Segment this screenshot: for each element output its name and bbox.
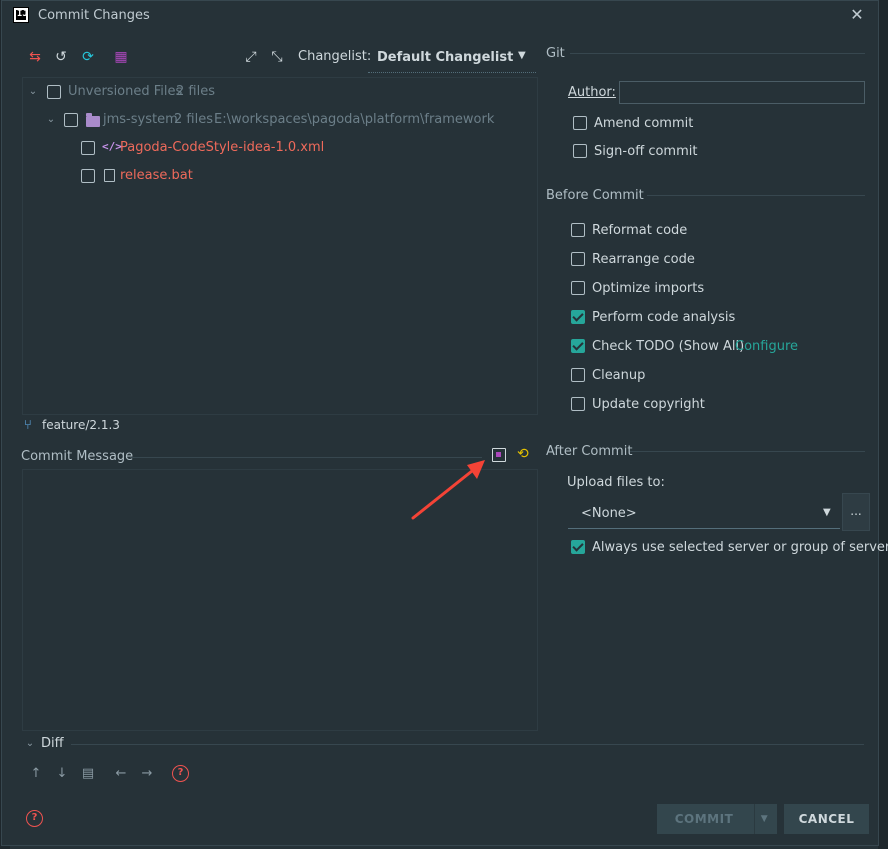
checkbox-file[interactable] [81,141,95,155]
checkbox-file[interactable] [81,169,95,183]
upload-server-dropdown[interactable]: <None> ▼ [568,499,840,529]
show-diff-icon[interactable]: ⇆ [26,48,44,66]
cleanup-label: Cleanup [592,368,646,383]
commit-history-icon[interactable]: ⟲ [517,446,529,462]
chevron-down-icon[interactable]: ⌄ [45,114,57,126]
title-bar: IJ Commit Changes ✕ [2,1,878,31]
check-todo-checkbox[interactable] [571,339,585,353]
commit-dialog: IJ Commit Changes ✕ ⇆ ↺ ⟳ ▦ ⤢ ⤡ Changeli… [1,0,888,846]
changelist-dropdown[interactable]: Default Changelist ▼ [368,43,536,73]
module-path: E:\workspaces\pagoda\platform\framework [214,112,495,127]
module-count: 2 files [174,112,213,127]
edit-source-icon[interactable]: ▤ [80,766,96,782]
file-name: Pagoda-CodeStyle-idea-1.0.xml [120,140,325,155]
divider [570,53,865,54]
commit-button[interactable]: COMMIT ▼ [657,804,777,834]
browse-servers-button[interactable]: ... [842,493,870,531]
changelist-label: Changelist: [298,49,372,64]
module-label: jms-system [103,112,178,127]
previous-file-icon[interactable]: ← [113,766,129,782]
before-commit-section-title: Before Commit [546,188,644,203]
always-use-server-label: Always use selected server or group of s… [592,540,888,555]
divider [630,451,865,452]
update-copyright-label: Update copyright [592,397,705,412]
divider [647,195,865,196]
commit-message-label: Commit Message [21,449,134,464]
rollback-icon[interactable]: ↺ [52,48,70,66]
reformat-code-label: Reformat code [592,223,688,238]
xml-file-icon: </> [102,140,122,153]
check-todo-label: Check TODO (Show All) [592,339,745,354]
chevron-down-icon[interactable]: ⌄ [27,86,39,98]
always-use-server-checkbox[interactable] [571,540,585,554]
git-section-title: Git [546,46,565,61]
group-by-icon[interactable]: ▦ [112,48,130,66]
commit-template-icon[interactable] [492,448,506,462]
cancel-button[interactable]: CANCEL [784,804,869,834]
checkbox-module[interactable] [64,113,78,127]
expand-all-icon[interactable]: ⤢ [242,48,260,66]
text-file-icon [104,169,115,182]
file-name: release.bat [120,168,193,183]
upload-server-value: <None> [581,506,637,521]
sign-off-label: Sign-off commit [594,144,698,159]
update-copyright-checkbox[interactable] [571,397,585,411]
upload-files-label: Upload files to: [567,475,665,490]
window-title: Commit Changes [38,8,150,23]
commit-button-label: COMMIT [674,812,734,826]
changelist-value: Default Changelist [377,50,514,65]
cleanup-checkbox[interactable] [571,368,585,382]
unversioned-count: 2 files [176,84,215,99]
annotation-arrow-icon [411,460,485,520]
close-icon[interactable]: ✕ [848,5,866,25]
chevron-down-icon[interactable]: ▼ [754,804,774,834]
configure-link[interactable]: Configure [735,339,798,354]
perform-code-analysis-label: Perform code analysis [592,310,736,325]
branch-name: feature/2.1.3 [42,418,120,432]
author-input[interactable] [619,81,865,104]
amend-commit-checkbox[interactable] [573,116,587,130]
git-branch-icon: ⑂ [24,418,32,433]
diff-help-icon[interactable]: ? [172,765,189,782]
next-file-icon[interactable]: → [139,766,155,782]
author-label: Author: [568,85,616,100]
unversioned-label: Unversioned Files [68,84,183,99]
next-difference-icon[interactable]: ↓ [54,766,70,782]
perform-code-analysis-checkbox[interactable] [571,310,585,324]
reformat-code-checkbox[interactable] [571,223,585,237]
collapse-all-icon[interactable]: ⤡ [268,48,286,66]
chevron-down-icon[interactable]: ⌄ [24,738,36,750]
chevron-down-icon: ▼ [518,50,526,61]
checkbox-unversioned[interactable] [47,85,61,99]
divider [71,744,864,745]
background-window-right [878,0,888,849]
rearrange-code-label: Rearrange code [592,252,695,267]
optimize-imports-label: Optimize imports [592,281,705,296]
after-commit-section-title: After Commit [546,444,633,459]
folder-icon [86,113,100,127]
previous-difference-icon[interactable]: ↑ [28,766,44,782]
optimize-imports-checkbox[interactable] [571,281,585,295]
diff-label: Diff [41,736,64,751]
amend-commit-label: Amend commit [594,116,694,131]
changes-tree[interactable]: ⌄ Unversioned Files 2 files ⌄ jms-system… [22,77,538,415]
refresh-icon[interactable]: ⟳ [79,48,97,66]
help-icon[interactable]: ? [26,810,43,827]
rearrange-code-checkbox[interactable] [571,252,585,266]
chevron-down-icon: ▼ [823,507,831,518]
intellij-app-icon: IJ [13,7,29,23]
sign-off-checkbox[interactable] [573,144,587,158]
